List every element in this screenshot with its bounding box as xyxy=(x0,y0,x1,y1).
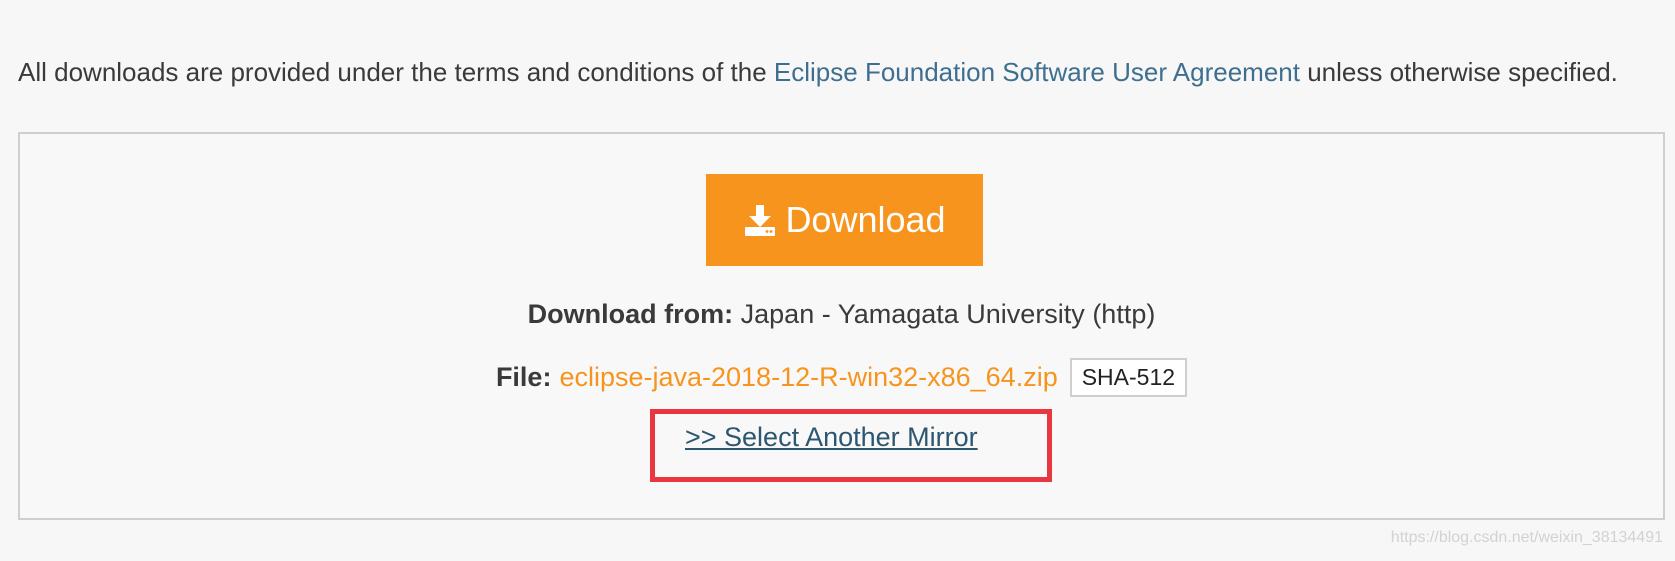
terms-notice: All downloads are provided under the ter… xyxy=(18,52,1638,92)
file-label: File: xyxy=(495,362,552,392)
sha512-button[interactable]: SHA-512 xyxy=(1069,358,1188,397)
terms-prefix: All downloads are provided under the ter… xyxy=(18,57,774,87)
download-icon xyxy=(743,203,777,237)
watermark: https://blog.csdn.net/weixin_38134491 xyxy=(1390,529,1663,546)
select-another-mirror-link[interactable]: >> Select Another Mirror xyxy=(685,422,978,453)
file-link[interactable]: eclipse-java-2018-12-R-win32-x86_64.zip xyxy=(559,362,1057,393)
download-button[interactable]: Download xyxy=(706,174,983,266)
user-agreement-link[interactable]: Eclipse Foundation Software User Agreeme… xyxy=(774,57,1300,87)
download-source-label: Download from: xyxy=(527,299,734,329)
download-button-label: Download xyxy=(785,199,946,240)
download-panel: Download Download from: Japan - Yamagata… xyxy=(18,132,1665,520)
terms-suffix: unless otherwise specified. xyxy=(1299,57,1618,87)
download-source-value: Japan - Yamagata University (http) xyxy=(740,299,1156,329)
file-row: File: eclipse-java-2018-12-R-win32-x86_6… xyxy=(20,358,1663,397)
download-source: Download from: Japan - Yamagata Universi… xyxy=(20,299,1663,330)
